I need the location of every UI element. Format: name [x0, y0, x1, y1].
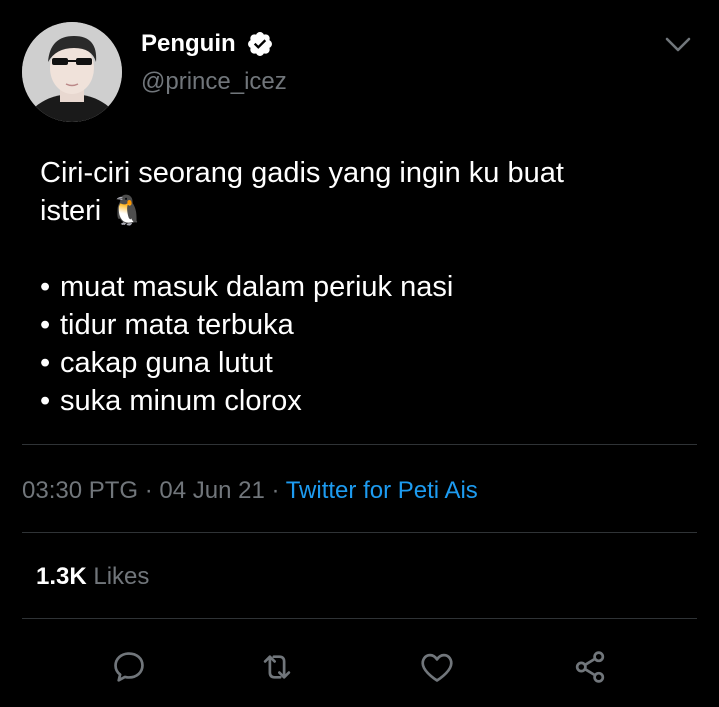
heart-icon: [421, 653, 453, 682]
retweet-icon: [263, 655, 291, 679]
tweet-meta: 03:30 PTG · 04 Jun 21 · Twitter for Peti…: [22, 476, 478, 506]
list-item-text: suka minum clorox: [60, 385, 302, 417]
bullet-marker: •: [40, 385, 51, 417]
action-bar: [0, 645, 719, 689]
tweet-source-link[interactable]: Twitter for Peti Ais: [286, 477, 478, 504]
divider: [22, 444, 697, 445]
like-button[interactable]: [415, 645, 459, 689]
avatar-image: [22, 22, 122, 122]
list-item: • tidur mata terbuka: [40, 306, 680, 344]
tweet-text-line: Ciri-ciri seorang gadis yang ingin ku bu…: [40, 157, 564, 189]
list-item: • muat masuk dalam periuk nasi: [40, 268, 680, 306]
likes-count[interactable]: 1.3K Likes: [36, 562, 149, 592]
list-item-text: cakap guna lutut: [60, 347, 273, 379]
reply-icon: [114, 652, 144, 682]
avatar[interactable]: [22, 22, 122, 122]
share-button[interactable]: [568, 645, 612, 689]
list-item: • cakap guna lutut: [40, 344, 680, 382]
divider: [22, 618, 697, 619]
list-item-text: muat masuk dalam periuk nasi: [60, 271, 454, 303]
tweet-time[interactable]: 03:30 PTG: [22, 477, 138, 504]
bullet-marker: •: [40, 347, 51, 379]
chevron-down-icon[interactable]: [665, 36, 691, 54]
verified-badge-icon: [246, 30, 274, 58]
tweet-text: Ciri-ciri seorang gadis yang ingin ku bu…: [40, 154, 680, 420]
author-name-row[interactable]: Penguin: [141, 30, 274, 58]
tweet-text-line: isteri 🐧: [40, 195, 146, 227]
likes-label: Likes: [93, 563, 150, 590]
author-handle[interactable]: @prince_icez: [141, 68, 287, 96]
bullet-marker: •: [40, 271, 51, 303]
meta-separator: ·: [264, 477, 286, 504]
divider: [22, 532, 697, 533]
retweet-button[interactable]: [255, 645, 299, 689]
tweet-date[interactable]: 04 Jun 21: [159, 477, 264, 504]
reply-button[interactable]: [107, 645, 151, 689]
likes-number: 1.3K: [36, 563, 87, 590]
list-item: • suka minum clorox: [40, 382, 680, 420]
bullet-list: • muat masuk dalam periuk nasi • tidur m…: [40, 268, 680, 420]
meta-separator: ·: [138, 477, 160, 504]
display-name[interactable]: Penguin: [141, 30, 236, 58]
list-item-text: tidur mata terbuka: [60, 309, 294, 341]
bullet-marker: •: [40, 309, 51, 341]
share-icon: [575, 651, 605, 683]
